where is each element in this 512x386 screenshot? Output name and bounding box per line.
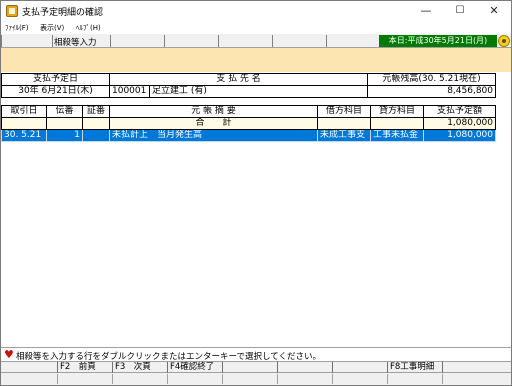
toolbar-divider <box>326 35 327 47</box>
window-title: 支払予定明細の確認 <box>22 8 104 18</box>
table-row[interactable]: 30. 5.21 1 未払計上 当月発生高 未成工事支 工事未払金 1,080,… <box>1 129 496 142</box>
toolbar-divider <box>272 35 273 47</box>
mode-label: 相殺等入力 <box>54 38 97 48</box>
menu-view[interactable]: 表示(V) <box>40 23 64 33</box>
status-divider <box>442 374 443 384</box>
vendor-name: 足立建工 (有) <box>149 85 368 98</box>
f7-button[interactable] <box>332 362 387 373</box>
col-debit-header: 借方科目 <box>317 105 371 118</box>
col-amount-header: 支払予定額 <box>423 105 496 118</box>
row-debit[interactable]: 未成工事支 <box>317 129 371 142</box>
title-bar: 支払予定明細の確認 — ☐ ✕ <box>1 1 511 21</box>
status-divider <box>332 374 333 384</box>
row-date[interactable]: 30. 5.21 <box>1 129 47 142</box>
toolbar-divider <box>110 35 111 47</box>
toolbar: 相殺等入力 本日:平成30年5月21日(月) <box>1 34 511 48</box>
row-summary[interactable]: 未払計上 当月発生高 <box>109 129 318 142</box>
minimize-button[interactable]: — <box>409 1 443 21</box>
total-amount: 1,080,000 <box>423 117 496 130</box>
scheduled-date-header: 支払予定日 <box>1 73 110 86</box>
f4-confirm-exit-button[interactable]: F4確認終了 <box>167 362 222 373</box>
f2-prev-page-button[interactable]: F2 前頁 <box>57 362 112 373</box>
row-voucher[interactable] <box>82 129 110 142</box>
toolbar-divider <box>1 35 2 47</box>
total-row: 合 計 1,080,000 <box>1 117 496 130</box>
app-window: 支払予定明細の確認 — ☐ ✕ ﾌｧｲﾙ(F) 表示(V) ﾍﾙﾌﾟ(H) 相殺… <box>0 0 512 386</box>
col-slip-header: 伝番 <box>46 105 83 118</box>
col-credit-header: 貸方科目 <box>370 105 424 118</box>
maximize-button[interactable]: ☐ <box>443 1 477 21</box>
col-voucher-header: 証番 <box>82 105 110 118</box>
status-divider <box>222 374 223 384</box>
f8-project-detail-button[interactable]: F8工事明細 <box>387 362 442 373</box>
close-button[interactable]: ✕ <box>477 1 511 21</box>
balance-header: 元帳残高(30. 5.21現在) <box>367 73 496 86</box>
menu-bar: ﾌｧｲﾙ(F) 表示(V) ﾍﾙﾌﾟ(H) <box>1 21 511 34</box>
col-summary-header: 元 帳 摘 要 <box>109 105 318 118</box>
toolbar-divider <box>164 35 165 47</box>
status-bar <box>1 373 511 385</box>
row-amount[interactable]: 1,080,000 <box>423 129 496 142</box>
message-area: ♥ 相殺等を入力する行をダブルクリックまたはエンターキーで選択してください。 <box>1 347 511 362</box>
f5-button[interactable] <box>222 362 277 373</box>
calendar-icon[interactable] <box>498 35 510 47</box>
ledger-table: 取引日 伝番 証番 元 帳 摘 要 借方科目 貸方科目 支払予定額 合 計 1,… <box>1 105 496 142</box>
status-divider <box>112 374 113 384</box>
today-date-badge: 本日:平成30年5月21日(月) <box>379 35 497 47</box>
heart-icon: ♥ <box>4 348 14 361</box>
menu-file[interactable]: ﾌｧｲﾙ(F) <box>5 23 29 33</box>
status-divider <box>167 374 168 384</box>
row-credit[interactable]: 工事未払金 <box>370 129 424 142</box>
info-banner <box>1 48 511 72</box>
vendor-code: 100001 <box>109 85 150 98</box>
payment-info-table: 支払予定日 支 払 先 名 元帳残高(30. 5.21現在) 30年 6月21日… <box>1 73 496 98</box>
status-divider <box>387 374 388 384</box>
menu-help[interactable]: ﾍﾙﾌﾟ(H) <box>76 23 101 33</box>
f9-button[interactable] <box>442 362 511 373</box>
row-slip[interactable]: 1 <box>46 129 83 142</box>
status-divider <box>277 374 278 384</box>
col-date-header: 取引日 <box>1 105 47 118</box>
f6-button[interactable] <box>277 362 332 373</box>
status-divider <box>57 374 58 384</box>
total-label: 合 計 <box>109 117 318 130</box>
toolbar-divider <box>52 35 53 47</box>
toolbar-divider <box>218 35 219 47</box>
function-key-bar: F2 前頁 F3 次頁 F4確認終了 F8工事明細 <box>1 361 511 373</box>
payee-header: 支 払 先 名 <box>109 73 368 86</box>
balance-value: 8,456,800 <box>367 85 496 98</box>
app-icon <box>6 5 18 17</box>
f3-next-page-button[interactable]: F3 次頁 <box>112 362 167 373</box>
scheduled-date-value: 30年 6月21日(木) <box>1 85 110 98</box>
